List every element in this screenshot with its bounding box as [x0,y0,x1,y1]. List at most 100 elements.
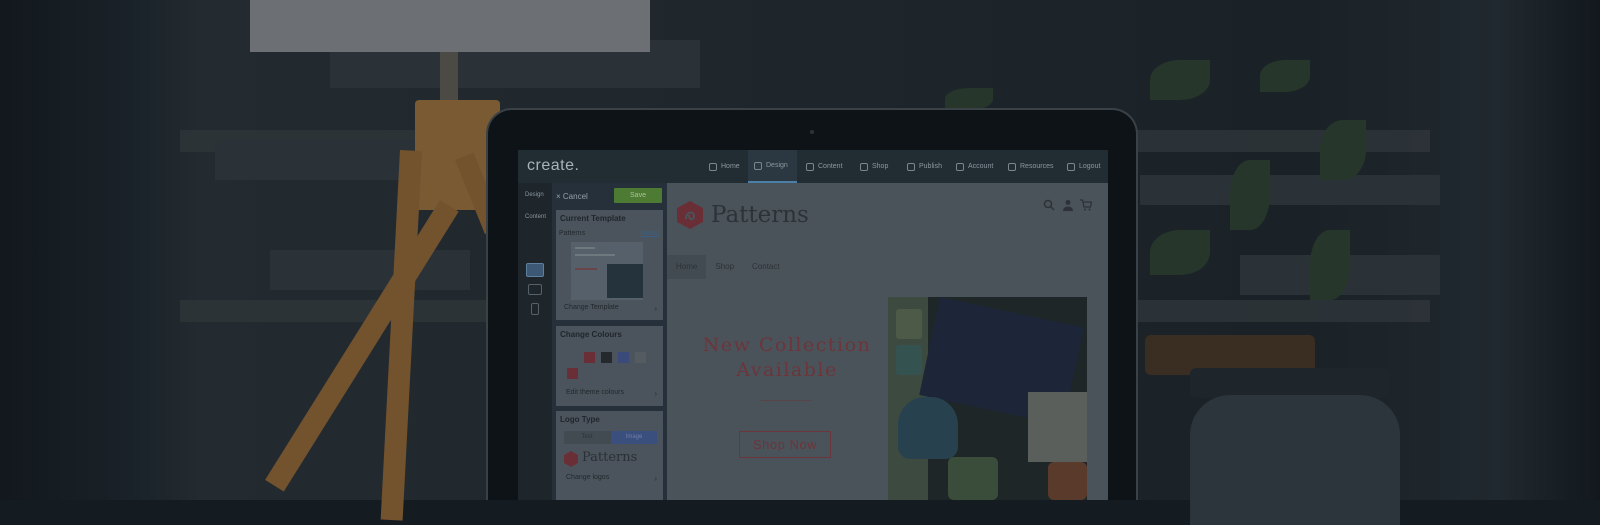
nav-label: Home [721,163,740,170]
thread-spool [896,345,922,375]
search-icon[interactable] [1043,199,1055,211]
change-template-link[interactable]: Change Template [564,304,619,311]
lifebuoy-icon [1008,162,1016,171]
hero-headline-line-1: New Collection [702,334,872,356]
menu-contact[interactable]: Contact [743,255,789,279]
colour-swatch[interactable] [567,368,578,379]
nav-logout[interactable]: Logout [1061,150,1107,183]
brand-logo: create. [527,157,580,174]
nav-label: Publish [919,163,942,170]
home-icon [709,162,717,171]
edit-icon [806,162,814,171]
site-logo-icon [677,201,703,229]
editor-left-rail: Design Content [518,183,552,500]
card-title: Current Template [560,214,626,223]
colour-swatch[interactable] [584,352,595,363]
cart-icon [860,162,868,171]
design-panel: × Cancel Save Current Template Patterns … [552,183,667,500]
user-icon[interactable] [1062,199,1074,211]
logo-type-card: Logo Type Text Image Patterns Change log… [556,411,663,500]
site-preview: Patterns Home Shop Contact New Collectio… [667,183,1108,500]
nav-content[interactable]: Content [800,150,852,183]
current-template-card: Current Template Patterns Reset Change T… [556,210,663,320]
plant-leaf [1310,230,1350,300]
lamp-shade [250,0,650,52]
nav-label: Resources [1020,163,1054,170]
rail-content[interactable]: Content [525,214,546,220]
thread-spool [896,309,922,339]
plant-leaf [1230,160,1270,230]
nav-home[interactable]: Home [703,150,748,183]
nav-label: Shop [872,163,889,170]
chevron-right-icon: › [654,389,657,398]
menu-shop[interactable]: Shop [706,255,743,279]
plant-leaf [945,88,993,110]
nav-label: Content [818,163,843,170]
shop-now-button[interactable]: Shop Now [739,431,831,458]
thread-spool [948,457,998,500]
nav-label: Logout [1079,163,1101,170]
nav-label: Design [766,162,788,169]
rail-design[interactable]: Design [525,192,544,198]
owl-toy [898,397,958,459]
reset-link[interactable]: Reset [641,230,659,237]
cart-icon[interactable] [1080,199,1092,211]
site-title: Patterns [711,202,809,228]
nav-publish[interactable]: Publish [901,150,948,183]
lock-icon [956,162,964,171]
cancel-button[interactable]: × Cancel [556,192,588,201]
logo-mark-icon [564,451,578,467]
divider [761,400,811,401]
thumb-line [575,268,597,270]
thumb-line [575,247,595,249]
editor-topbar: create. Home Design Content Shop Publish… [518,150,1108,183]
logo-type-toggle: Text Image [564,431,657,444]
jar-lid [1190,368,1390,398]
plant-leaf [1150,230,1210,275]
nav-account[interactable]: Account [950,150,1000,183]
nav-design[interactable]: Design [748,150,797,183]
menu-home[interactable]: Home [667,255,707,279]
colour-swatch[interactable] [635,352,646,363]
save-button[interactable]: Save [614,188,662,203]
books [1140,175,1440,205]
colour-swatch[interactable] [601,352,612,363]
rocket-icon [907,162,915,171]
nav-resources[interactable]: Resources [1002,150,1060,183]
logout-icon [1067,162,1075,171]
logo-type-text[interactable]: Text [564,431,610,444]
thumb-line [575,254,615,256]
nav-shop[interactable]: Shop [854,150,899,183]
hero-headline-line-2: Available [736,359,838,381]
fox-cross-stitch [1028,392,1087,462]
thumb-image [607,264,643,298]
logo-type-image[interactable]: Image [611,431,657,444]
card-title: Change Colours [560,330,622,339]
logo-preview: Patterns [582,450,638,465]
change-logos-link[interactable]: Change logos [566,474,609,481]
edit-theme-colours-link[interactable]: Edit theme colours [566,389,624,396]
hero-headline: New Collection Available [697,333,877,383]
lamp-neck [440,52,458,102]
site-menu: Home Shop Contact [667,255,789,279]
chevron-right-icon: › [654,474,657,483]
tablet-view-icon[interactable] [528,284,542,295]
nav-label: Account [968,163,994,170]
change-colours-card: Change Colours Edit theme colours › [556,326,663,406]
plant-leaf [1260,60,1310,92]
laptop-screen: create. Home Design Content Shop Publish… [518,150,1108,500]
colour-swatch[interactable] [618,352,629,363]
plant-leaf [1150,60,1210,100]
hero-image [888,297,1087,500]
palette-icon [754,161,762,170]
books [270,250,470,290]
template-thumbnail[interactable] [571,242,643,300]
webcam [810,130,814,134]
mobile-view-icon[interactable] [531,303,539,315]
plant-leaf [1320,120,1366,180]
desktop-view-icon[interactable] [526,263,544,277]
card-title: Logo Type [560,415,600,424]
chevron-right-icon: › [654,304,657,313]
template-name: Patterns [559,230,586,237]
glass-jar [1190,395,1400,525]
